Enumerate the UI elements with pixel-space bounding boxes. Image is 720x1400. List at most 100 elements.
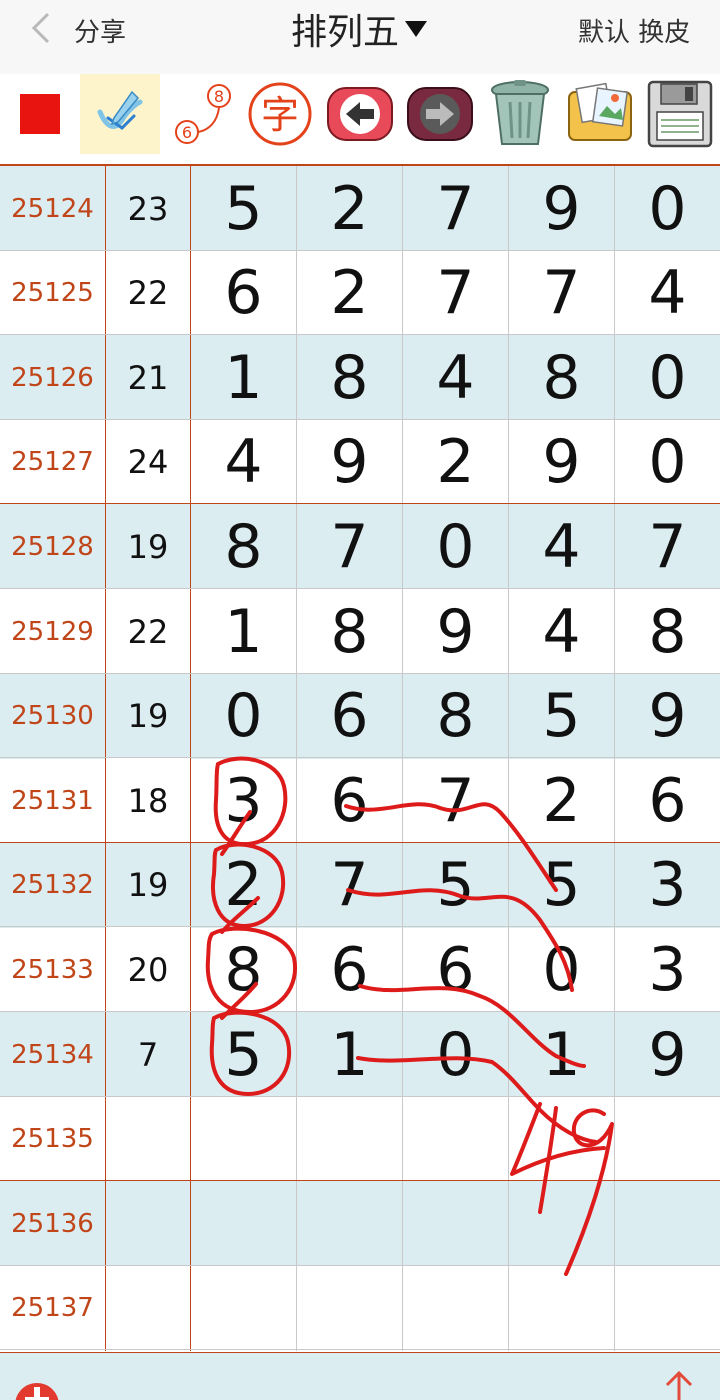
digit-cell-3[interactable]: 8 — [403, 673, 509, 759]
digit-cell-4[interactable]: 1 — [509, 1012, 615, 1097]
digit-cell-1[interactable]: 3 — [191, 758, 297, 844]
digit-cell-3[interactable]: 6 — [403, 927, 509, 1013]
digit-cell-2[interactable] — [297, 1181, 403, 1267]
text-tool[interactable]: 字 — [240, 74, 320, 154]
digit-cell-2[interactable]: 6 — [297, 673, 403, 759]
digit-cell-1[interactable] — [191, 1181, 297, 1267]
digit-cell-4[interactable]: 8 — [509, 335, 615, 421]
digit-cell-4[interactable] — [509, 1096, 615, 1182]
pen-tool[interactable] — [80, 74, 160, 154]
digit-cell-1[interactable]: 8 — [191, 927, 297, 1013]
table-row[interactable]: 25137 — [0, 1265, 720, 1351]
digit-cell-5[interactable]: 8 — [615, 589, 720, 674]
save-tool[interactable] — [640, 74, 720, 154]
digit-cell-2[interactable]: 6 — [297, 758, 403, 844]
digit-cell-3[interactable]: 4 — [403, 335, 509, 421]
digit-cell-5[interactable]: 0 — [615, 335, 720, 420]
stop-tool[interactable] — [0, 74, 80, 154]
table-row[interactable]: 25124 23 5 2 7 9 0 — [0, 166, 720, 251]
digit-cell-5[interactable]: 0 — [615, 166, 720, 251]
digit-cell-4[interactable]: 0 — [509, 927, 615, 1013]
back-chevron-icon[interactable] — [26, 10, 56, 46]
digit-cell-3[interactable] — [403, 1181, 509, 1267]
table-row[interactable]: 25132 19 2 7 5 5 3 — [0, 842, 720, 928]
table-row[interactable]: 25135 — [0, 1096, 720, 1182]
counter-tool[interactable]: 8 6 — [160, 74, 240, 154]
digit-cell-3[interactable]: 7 — [403, 250, 509, 336]
table-row[interactable]: 25125 22 6 2 7 7 4 — [0, 250, 720, 336]
digit-cell-3[interactable]: 9 — [403, 589, 509, 674]
table-row[interactable]: 25133 20 8 6 6 0 3 — [0, 927, 720, 1013]
digit-cell-5[interactable]: 3 — [615, 927, 720, 1012]
digit-cell-2[interactable] — [297, 1265, 403, 1351]
table-row[interactable]: 25128 19 8 7 0 4 7 — [0, 504, 720, 590]
digit-cell-2[interactable]: 2 — [297, 250, 403, 336]
digit-cell-1[interactable]: 4 — [191, 419, 297, 505]
digit-cell-2[interactable]: 9 — [297, 419, 403, 505]
digit-cell-1[interactable]: 5 — [191, 1012, 297, 1097]
trash-tool[interactable] — [480, 74, 560, 154]
digit-cell-5[interactable]: 4 — [615, 251, 720, 336]
table-row[interactable]: 25136 — [0, 1181, 720, 1267]
table-row[interactable]: 25134 7 5 1 0 1 9 — [0, 1012, 720, 1097]
digit-cell-3[interactable]: 5 — [403, 842, 509, 928]
digit-cell-2[interactable]: 8 — [297, 589, 403, 674]
digit-cell-5[interactable]: 3 — [615, 843, 720, 928]
redo-tool[interactable] — [400, 74, 480, 154]
digit-cell-3[interactable]: 7 — [403, 166, 509, 251]
digit-cell-5[interactable]: 9 — [615, 674, 720, 759]
table-row[interactable]: 25131 18 3 6 7 2 6 — [0, 758, 720, 844]
digit-cell-2[interactable] — [297, 1096, 403, 1182]
counter-bottom-label: 6 — [182, 123, 192, 142]
digit-cell-1[interactable] — [191, 1265, 297, 1351]
digit-cell-3[interactable]: 7 — [403, 758, 509, 844]
gallery-tool[interactable] — [560, 74, 640, 154]
digit-cell-1[interactable]: 8 — [191, 504, 297, 590]
digit-cell-2[interactable]: 6 — [297, 927, 403, 1013]
digit-cell-4[interactable]: 4 — [509, 504, 615, 590]
digit-cell-3[interactable] — [403, 1096, 509, 1182]
digit-cell-4[interactable] — [509, 1265, 615, 1351]
digit-cell-4[interactable] — [509, 1181, 615, 1267]
digit-cell-2[interactable]: 8 — [297, 335, 403, 421]
table-row[interactable]: 25130 19 0 6 8 5 9 — [0, 673, 720, 759]
digit-cell-5[interactable]: 0 — [615, 420, 720, 505]
digit-cell-2[interactable]: 1 — [297, 1012, 403, 1097]
digit-cell-4[interactable]: 5 — [509, 842, 615, 928]
digit-cell-5[interactable]: 9 — [615, 1012, 720, 1097]
table-row[interactable]: 25129 22 1 8 9 4 8 — [0, 589, 720, 674]
digit-cell-4[interactable]: 5 — [509, 673, 615, 759]
digit-cell-1[interactable]: 0 — [191, 673, 297, 759]
digit-cell-5[interactable]: 6 — [615, 758, 720, 843]
table-row[interactable]: 25126 21 1 8 4 8 0 — [0, 335, 720, 421]
skin-button[interactable]: 默认 换皮 — [578, 12, 690, 49]
digit-cell-2[interactable]: 7 — [297, 842, 403, 928]
digit-cell-2[interactable]: 2 — [297, 166, 403, 251]
undo-tool[interactable] — [320, 74, 400, 154]
digit-cell-1[interactable]: 6 — [191, 250, 297, 336]
digit-cell-5[interactable] — [615, 1181, 720, 1266]
digit-cell-5[interactable]: 7 — [615, 504, 720, 589]
share-button[interactable]: 分享 — [74, 12, 126, 49]
digit-cell-3[interactable]: 2 — [403, 419, 509, 505]
lottery-type-selector[interactable]: 排列五 — [260, 4, 460, 54]
digit-cell-1[interactable] — [191, 1096, 297, 1182]
digit-cell-3[interactable] — [403, 1265, 509, 1351]
add-icon[interactable] — [12, 1377, 62, 1400]
digit-cell-4[interactable]: 7 — [509, 250, 615, 336]
digit-cell-5[interactable] — [615, 1097, 720, 1182]
digit-cell-1[interactable]: 5 — [191, 166, 297, 251]
digit-cell-1[interactable]: 1 — [191, 335, 297, 421]
digit-cell-3[interactable]: 0 — [403, 504, 509, 590]
scroll-up-icon[interactable] — [662, 1369, 696, 1400]
digit-cell-1[interactable]: 1 — [191, 589, 297, 674]
digit-cell-4[interactable]: 4 — [509, 589, 615, 674]
digit-cell-4[interactable]: 9 — [509, 166, 615, 251]
digit-cell-4[interactable]: 9 — [509, 419, 615, 505]
digit-cell-3[interactable]: 0 — [403, 1012, 509, 1097]
digit-cell-2[interactable]: 7 — [297, 504, 403, 590]
digit-cell-4[interactable]: 2 — [509, 758, 615, 844]
digit-cell-1[interactable]: 2 — [191, 842, 297, 928]
digit-cell-5[interactable] — [615, 1266, 720, 1351]
table-row[interactable]: 25127 24 4 9 2 9 0 — [0, 419, 720, 505]
